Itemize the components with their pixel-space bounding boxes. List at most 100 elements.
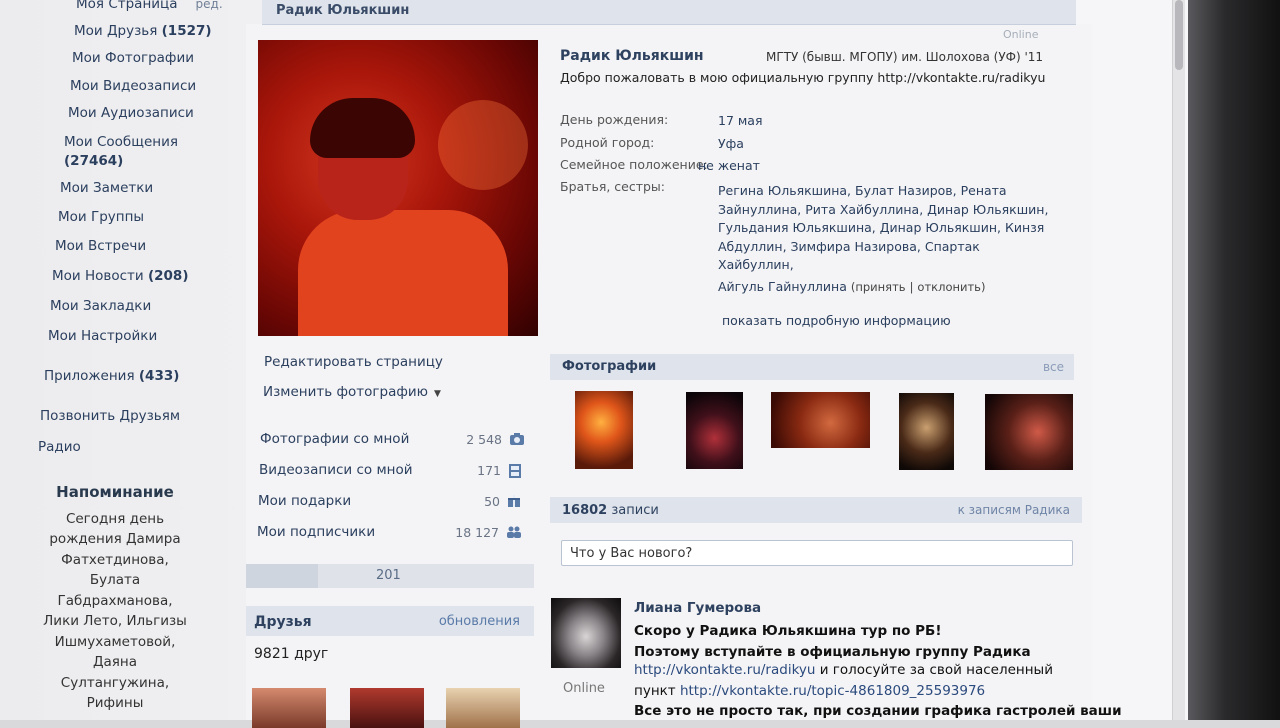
info-value-siblings[interactable]: Регина Юльякшина, Булат Назиров, Рената …	[718, 182, 1058, 275]
post-text: и голосуйте за свой населенный	[815, 662, 1053, 678]
counter-videos-with-me[interactable]: Видеозаписи со мной 171	[259, 462, 529, 478]
show-more-info-link[interactable]: показать подробную информацию	[722, 313, 951, 328]
reminder-line[interactable]: Фатхетдинова,	[20, 550, 210, 571]
counter-label: Видеозаписи со мной	[259, 462, 413, 478]
wall-post-input[interactable]	[561, 540, 1073, 566]
profile-university[interactable]: МГТУ (бывш. МГОПУ) им. Шолохова (УФ) '11	[766, 50, 1043, 64]
post-text-line: Поэтому вступайте в официальную группу Р…	[634, 644, 1031, 660]
change-photo-link[interactable]: Изменить фотографию ▼	[263, 384, 441, 400]
counter-my-gifts[interactable]: Мои подарки 50	[258, 493, 528, 509]
counter-value: 18 127	[455, 525, 499, 540]
pending-sibling-name[interactable]: Айгуль Гайнуллина	[718, 279, 847, 294]
post-text-line: пункт http://vkontakte.ru/topic-4861809_…	[634, 683, 985, 699]
post-text-line: http://vkontakte.ru/radikyu и голосуйте …	[634, 662, 1053, 678]
nav-edit-link[interactable]: ред.	[196, 0, 223, 11]
info-label-hometown: Родной город:	[560, 135, 655, 150]
info-label-siblings: Братья, сестры:	[560, 179, 666, 194]
info-label-relationship: Семейное положение:	[560, 157, 708, 172]
edit-page-link[interactable]: Редактировать страницу	[264, 354, 443, 370]
reminder-line: Сегодня день	[65, 510, 165, 527]
counter-label: Фотографии со мной	[260, 431, 410, 447]
photo-thumb[interactable]	[686, 392, 743, 469]
counter-my-subscribers[interactable]: Мои подписчики 18 127	[257, 524, 527, 540]
wall-count-number: 16802	[562, 503, 608, 518]
reminder-line[interactable]: рождения Дамира	[20, 529, 210, 550]
nav-label: Мои Сообщения	[64, 134, 178, 150]
monitor-bezel	[1188, 0, 1280, 720]
post-text-line: Скоро у Радика Юльякшина тур по РБ!	[634, 623, 942, 639]
reminder-line[interactable]: Султангужина,	[20, 673, 210, 694]
nav-my-groups[interactable]: Мои Группы	[58, 209, 144, 225]
photo-figure-body	[298, 210, 508, 336]
nav-my-messages[interactable]: Мои Сообщения (27464)	[64, 133, 178, 171]
friends-title[interactable]: Друзья	[254, 614, 312, 630]
nav-applications[interactable]: Приложения (433)	[44, 368, 179, 384]
nav-label: Моя Страница	[76, 0, 178, 12]
profile-status: Добро пожаловать в мою официальную групп…	[560, 70, 1046, 85]
photo-figure-hair	[310, 98, 415, 158]
nav-label: Радио	[38, 439, 81, 455]
post-author-name[interactable]: Лиана Гумерова	[634, 600, 761, 616]
reminder-line[interactable]: Даяна	[20, 652, 210, 673]
wall-count[interactable]: 16802 записи	[562, 503, 659, 518]
accept-link[interactable]: (принять	[851, 280, 906, 294]
nav-label: Мои Встречи	[55, 238, 147, 254]
chevron-down-icon: ▼	[434, 389, 441, 399]
photo-thumb[interactable]	[575, 391, 633, 469]
profile-photo[interactable]	[258, 40, 538, 336]
page-title: Радик Юльякшин	[276, 3, 410, 18]
info-value-hometown[interactable]: Уфа	[718, 135, 1058, 154]
nav-radio[interactable]: Радио	[38, 439, 81, 455]
to-posts-link[interactable]: к записям Радика	[958, 503, 1070, 517]
post-text-line: Все это не просто так, при создании граф…	[634, 703, 1122, 719]
photos-all-link[interactable]: все	[1043, 360, 1064, 374]
wall-count-label: записи	[611, 503, 659, 518]
reminder-line[interactable]: Лики Лето, Ильгизы	[20, 611, 210, 632]
reminder-line[interactable]: Рифины	[20, 693, 210, 714]
photo-thumb[interactable]	[771, 392, 870, 448]
nav-my-notes[interactable]: Мои Заметки	[60, 180, 153, 196]
photo-thumb[interactable]	[985, 394, 1073, 470]
wall-header: 16802 записи к записям Радика	[550, 497, 1082, 523]
nav-my-news[interactable]: Мои Новости (208)	[52, 268, 189, 284]
nav-my-settings[interactable]: Мои Настройки	[48, 328, 157, 344]
pager-label: 201	[376, 568, 401, 583]
nav-my-videos[interactable]: Мои Видеозаписи	[70, 78, 196, 94]
photos-title[interactable]: Фотографии	[562, 359, 656, 374]
photo-thumb[interactable]	[899, 393, 954, 470]
nav-my-page[interactable]: Моя Страница ред.	[76, 0, 223, 12]
scrollbar-thumb[interactable]	[1175, 0, 1183, 70]
post-author-avatar[interactable]	[551, 598, 621, 668]
friends-count[interactable]: 9821 друг	[254, 646, 328, 662]
post-link[interactable]: http://vkontakte.ru/radikyu	[634, 662, 815, 678]
photo-light	[438, 100, 528, 190]
nav-my-audio[interactable]: Мои Аудиозаписи	[68, 105, 194, 121]
decline-link[interactable]: отклонить)	[917, 280, 985, 294]
info-value-relationship[interactable]: не женат	[698, 157, 1038, 176]
post-link[interactable]: http://vkontakte.ru/topic-4861809_255939…	[680, 683, 985, 699]
nav-my-photos[interactable]: Мои Фотографии	[72, 50, 194, 66]
reminder-line[interactable]: Ишмухаметовой,	[20, 632, 210, 653]
pager-bar[interactable]: 201	[246, 564, 534, 588]
nav-label: Мои Видеозаписи	[70, 78, 197, 94]
nav-my-friends[interactable]: Мои Друзья (1527)	[74, 23, 212, 39]
friend-avatar[interactable]	[252, 688, 326, 728]
info-value-birthday[interactable]: 17 мая	[718, 112, 1058, 131]
left-nav: Моя Страница ред. Мои Друзья (1527) Мои Ф…	[0, 0, 235, 720]
nav-my-bookmarks[interactable]: Мои Закладки	[50, 298, 151, 314]
nav-count: (208)	[147, 268, 189, 284]
nav-label: Мои Фотографии	[72, 50, 195, 66]
friends-updates-link[interactable]: обновления	[439, 614, 520, 629]
friend-avatar[interactable]	[350, 688, 424, 728]
nav-label: Мои Друзья	[74, 23, 158, 39]
counter-value: 50	[484, 494, 500, 509]
profile-name: Радик Юльякшин	[560, 48, 704, 64]
reminder-line[interactable]: Булата	[20, 570, 210, 591]
friends-header: Друзья обновления	[246, 606, 534, 636]
nav-my-events[interactable]: Мои Встречи	[55, 238, 146, 254]
reminder-line[interactable]: Габдрахманова,	[20, 591, 210, 612]
friend-avatar[interactable]	[446, 688, 520, 728]
counter-photos-with-me[interactable]: Фотографии со мной 2 548	[260, 431, 530, 447]
page-scrollbar[interactable]	[1172, 0, 1185, 720]
nav-call-friends[interactable]: Позвонить Друзьям	[40, 408, 180, 424]
